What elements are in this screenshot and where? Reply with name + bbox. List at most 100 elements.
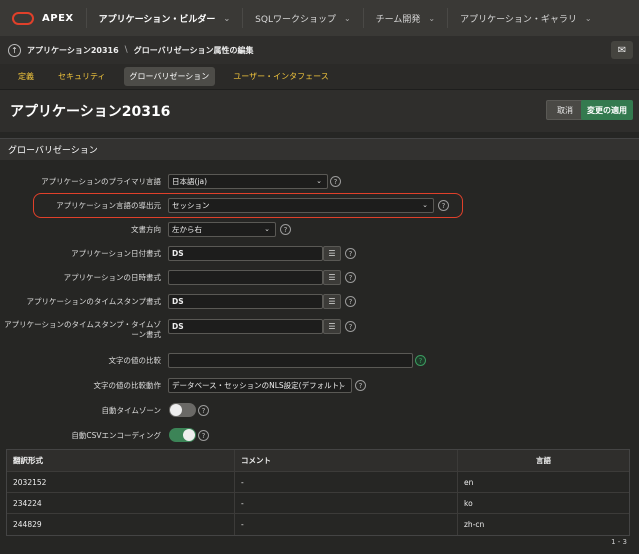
character-comparison-label: 文字の値の比較: [108, 356, 162, 365]
chevron-down-icon: ⌄: [264, 225, 270, 233]
form-row-document-direction: 文書方向 左から右 ⌄ ?: [0, 222, 639, 242]
table-cell: zh-cn: [464, 520, 485, 529]
table-header-row: 翻訳形式 コメント 言語: [7, 450, 629, 472]
tab-security[interactable]: セキュリティ: [52, 67, 112, 86]
table-cell[interactable]: 244829: [7, 514, 235, 535]
help-icon[interactable]: ?: [345, 321, 356, 332]
auto-time-zone-toggle[interactable]: [169, 403, 196, 417]
table-cell: en: [464, 477, 474, 487]
document-direction-value: 左から右: [172, 225, 202, 234]
breadcrumb: ↑ アプリケーション20316 \ グローバリゼーション属性の編集 ✉: [0, 36, 639, 64]
region-title: グローバリゼーション: [8, 146, 98, 156]
language-derived-from-value: セッション: [172, 201, 210, 210]
divider: [362, 8, 364, 28]
form-row-auto-csv-encoding: 自動CSVエンコーディング ?: [0, 428, 639, 448]
column-header-language[interactable]: 言語: [458, 450, 629, 471]
help-icon[interactable]: ?: [415, 355, 426, 366]
timestamp-tz-format-label: アプリケーションのタイムスタンプ・タイムゾーン書式: [4, 320, 161, 339]
comparison-behavior-label: 文字の値の比較動作: [93, 381, 162, 390]
date-format-label: アプリケーション日付書式: [71, 249, 161, 258]
table-cell[interactable]: 2032152: [7, 472, 235, 492]
language-derived-from-select[interactable]: セッション ⌄: [168, 198, 434, 213]
nav-team-development-label: チーム開発: [375, 14, 421, 25]
datetime-format-input[interactable]: [168, 270, 323, 285]
nav-app-gallery-label: アプリケーション・ギャラリ: [460, 14, 577, 25]
form-row-primary-language: アプリケーションのプライマリ言語 日本語(ja) ⌄ ?: [0, 174, 639, 194]
toggle-knob: [183, 429, 195, 441]
timestamp-tz-format-input[interactable]: DS: [168, 319, 323, 334]
breadcrumb-app[interactable]: アプリケーション20316: [27, 45, 119, 56]
brand-label[interactable]: APEX: [42, 13, 74, 24]
help-icon[interactable]: ?: [438, 200, 449, 211]
page-header: アプリケーション20316 取消 変更の適用: [0, 90, 639, 132]
help-icon[interactable]: ?: [198, 430, 209, 441]
timestamp-format-value: DS: [172, 297, 184, 306]
tab-bar: 定義 セキュリティ グローバリゼーション ユーザー・インタフェース: [0, 64, 639, 90]
comparison-behavior-select[interactable]: データベース・セッションのNLS設定(デフォルト) ⌄: [168, 378, 352, 393]
timestamp-format-input[interactable]: DS: [168, 294, 323, 309]
help-icon[interactable]: ?: [345, 272, 356, 283]
divider: [447, 8, 449, 28]
help-icon[interactable]: ?: [355, 380, 366, 391]
datetime-format-label: アプリケーションの日時書式: [63, 273, 161, 282]
apply-changes-button[interactable]: 変更の適用: [581, 100, 633, 120]
pagination-label: 1 - 3: [611, 538, 627, 546]
nav-app-gallery[interactable]: アプリケーション・ギャラリ ⌄: [460, 12, 592, 25]
help-icon[interactable]: ?: [345, 296, 356, 307]
character-comparison-input[interactable]: [168, 353, 413, 368]
form-row-comparison-behavior: 文字の値の比較動作 データベース・セッションのNLS設定(デフォルト) ⌄ ?: [0, 378, 639, 398]
cancel-button[interactable]: 取消: [546, 100, 584, 120]
timestamp-format-label: アプリケーションのタイムスタンプ書式: [26, 297, 161, 306]
chevron-down-icon: ⌄: [340, 381, 346, 389]
form-row-timestamp-tz-format: アプリケーションのタイムスタンプ・タイムゾーン書式 DS ☰ ?: [0, 319, 639, 345]
help-icon[interactable]: ?: [280, 224, 291, 235]
help-icon[interactable]: ?: [330, 176, 341, 187]
chevron-down-icon: ⌄: [223, 13, 231, 23]
help-icon[interactable]: ?: [345, 248, 356, 259]
apex-logo-icon[interactable]: [12, 11, 34, 25]
tab-user-interface[interactable]: ユーザー・インタフェース: [227, 67, 334, 86]
form-row-auto-time-zone: 自動タイムゾーン ?: [0, 403, 639, 423]
primary-language-value: 日本語(ja): [172, 177, 208, 186]
table-row[interactable]: 2032152 - en: [7, 472, 629, 493]
timestamp-tz-format-value: DS: [172, 322, 184, 331]
column-header-comment[interactable]: コメント: [235, 450, 458, 471]
arrow-up-icon[interactable]: ↑: [8, 43, 21, 57]
chat-bubble-icon: ✉: [617, 44, 627, 56]
date-format-value: DS: [172, 249, 184, 258]
chevron-down-icon: ⌄: [584, 13, 592, 23]
list-icon[interactable]: ☰: [323, 246, 341, 261]
auto-time-zone-label: 自動タイムゾーン: [101, 406, 161, 415]
breadcrumb-separator: \: [124, 45, 128, 55]
date-format-input[interactable]: DS: [168, 246, 323, 261]
nav-sql-workshop[interactable]: SQLワークショップ ⌄: [255, 12, 351, 25]
primary-language-label: アプリケーションのプライマリ言語: [41, 177, 161, 186]
list-icon[interactable]: ☰: [323, 270, 341, 285]
document-direction-select[interactable]: 左から右 ⌄: [168, 222, 276, 237]
table-cell[interactable]: 234224: [7, 493, 235, 513]
chevron-down-icon: ⌄: [343, 13, 351, 23]
tab-globalization[interactable]: グローバリゼーション: [123, 67, 216, 86]
primary-language-select[interactable]: 日本語(ja) ⌄: [168, 174, 328, 189]
chevron-down-icon: ⌄: [316, 177, 322, 185]
feedback-button[interactable]: ✉: [611, 41, 633, 59]
chevron-down-icon: ⌄: [422, 201, 428, 209]
region-header: グローバリゼーション: [0, 138, 639, 160]
form-row-timestamp-format: アプリケーションのタイムスタンプ書式 DS ☰ ?: [0, 294, 639, 314]
nav-sql-workshop-label: SQLワークショップ: [255, 14, 336, 25]
auto-csv-encoding-toggle[interactable]: [169, 428, 196, 442]
chevron-down-icon: ⌄: [428, 13, 436, 23]
column-header-translation-app[interactable]: 翻訳形式: [7, 450, 235, 471]
nav-team-development[interactable]: チーム開発 ⌄: [376, 12, 435, 25]
nav-app-builder[interactable]: アプリケーション・ビルダー ⌄: [99, 12, 231, 25]
list-icon[interactable]: ☰: [323, 294, 341, 309]
list-icon[interactable]: ☰: [323, 319, 341, 334]
table-row[interactable]: 234224 - ko: [7, 493, 629, 514]
help-icon[interactable]: ?: [198, 405, 209, 416]
translations-table: 翻訳形式 コメント 言語 2032152 - en 234224 - ko 24…: [6, 449, 630, 536]
table-row[interactable]: 244829 - zh-cn: [7, 514, 629, 535]
form-row-language-derived-from: アプリケーション言語の導出元 セッション ⌄ ?: [0, 198, 639, 218]
auto-csv-encoding-label: 自動CSVエンコーディング: [71, 431, 161, 440]
breadcrumb-current-page: グローバリゼーション属性の編集: [133, 45, 254, 55]
tab-definition[interactable]: 定義: [12, 67, 40, 86]
